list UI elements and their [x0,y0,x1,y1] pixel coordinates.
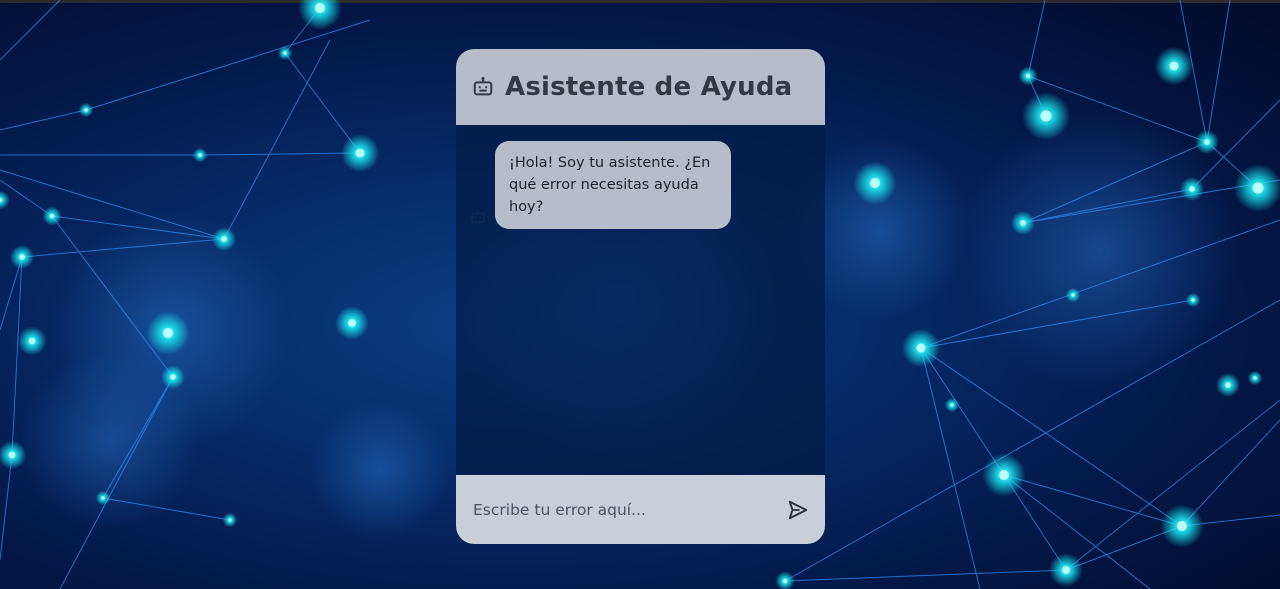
chat-window: Asistente de Ayuda ¡Hola! Soy tu asisten… [456,49,825,544]
chat-input-bar [456,475,825,544]
message-list: ¡Hola! Soy tu asistente. ¿En qué error n… [456,125,825,475]
message-input[interactable] [471,499,777,520]
send-button[interactable] [785,497,811,523]
chat-header: Asistente de Ayuda [456,49,825,125]
bot-message: ¡Hola! Soy tu asistente. ¿En qué error n… [470,141,731,229]
message-bubble: ¡Hola! Soy tu asistente. ¿En qué error n… [495,141,731,229]
robot-icon [472,76,494,98]
bot-avatar-icon [470,209,486,225]
send-icon [788,500,808,519]
chat-title: Asistente de Ayuda [505,72,793,102]
